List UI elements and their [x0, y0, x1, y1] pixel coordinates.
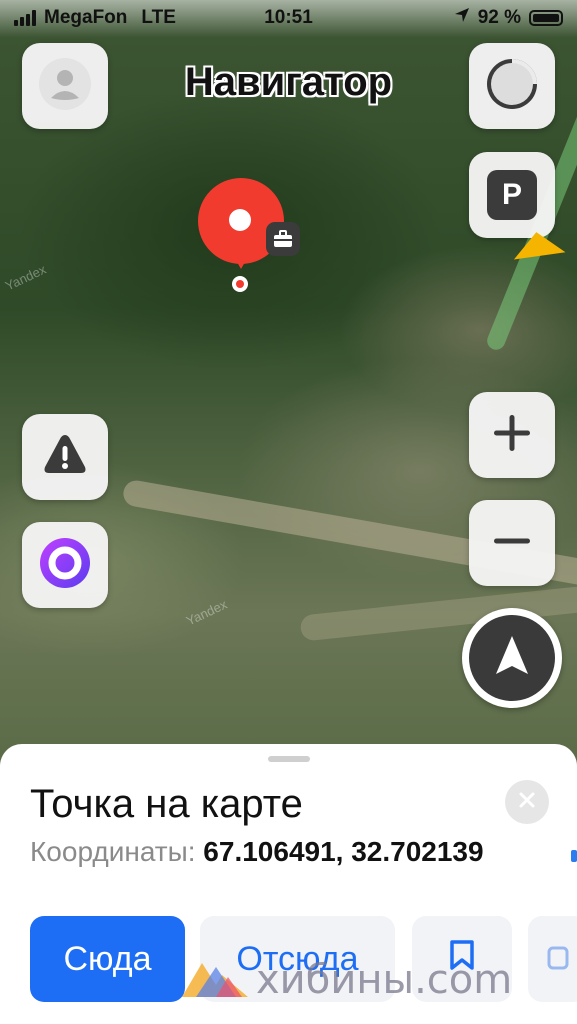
sheet-grabber[interactable]: [268, 756, 310, 762]
location-icon: [454, 7, 470, 29]
briefcase-icon: [266, 222, 300, 256]
share-icon: [546, 940, 570, 979]
route-here-label: Сюда: [63, 939, 152, 978]
battery-percent: 92 %: [477, 7, 521, 28]
alice-assistant-button[interactable]: [22, 522, 108, 608]
navigation-arrow-icon: [492, 634, 532, 683]
warning-icon: [42, 432, 88, 483]
map-watermark: Yandex: [183, 596, 230, 629]
parking-icon: P: [487, 170, 537, 220]
zoom-out-button[interactable]: [469, 500, 555, 586]
coordinates-row: Координаты: 67.106491, 32.702139: [30, 836, 484, 868]
user-icon: [39, 57, 91, 115]
coordinates-value[interactable]: 67.106491, 32.702139: [203, 836, 483, 867]
coordinates-label: Координаты:: [30, 836, 196, 867]
site-watermark: хибины.com: [182, 955, 512, 1004]
status-bar: MegaFon LTE 10:51 92 %: [0, 0, 577, 38]
plus-icon: [492, 413, 532, 458]
profile-button[interactable]: [22, 43, 108, 129]
more-actions-button[interactable]: [528, 916, 577, 1002]
alice-icon: [39, 537, 91, 594]
marker-point: [232, 276, 248, 292]
map-watermark: Yandex: [2, 261, 49, 294]
zoom-in-button[interactable]: [469, 392, 555, 478]
route-here-button[interactable]: Сюда: [30, 916, 185, 1002]
report-road-event-button[interactable]: [22, 414, 108, 500]
copy-indicator: [571, 850, 577, 862]
place-title: Точка на карте: [30, 782, 303, 826]
site-watermark-text: хибины.com: [256, 956, 513, 1003]
mountains-logo-icon: [182, 955, 248, 1004]
close-button[interactable]: [505, 780, 549, 824]
parking-button[interactable]: P: [469, 152, 555, 238]
close-icon: [518, 791, 536, 814]
battery-icon: [529, 10, 563, 26]
minus-icon: [492, 521, 532, 566]
marker-tail: [233, 255, 249, 269]
loading-button[interactable]: [469, 43, 555, 129]
parking-label: P: [501, 178, 522, 211]
progress-ring-icon: [485, 57, 539, 116]
my-location-button[interactable]: [462, 608, 562, 708]
